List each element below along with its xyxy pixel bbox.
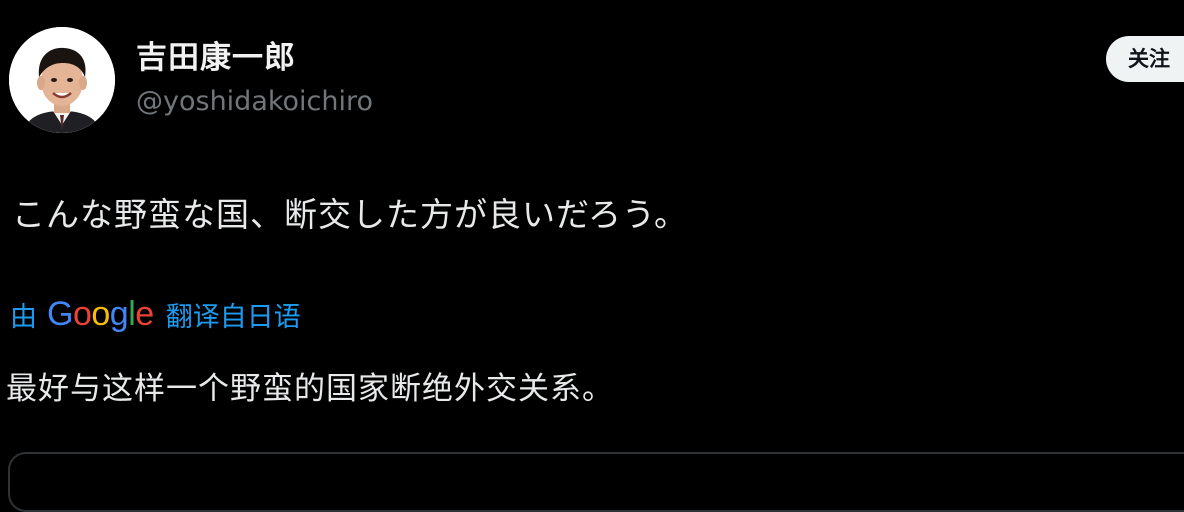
google-logo: Google bbox=[47, 290, 154, 338]
google-letter-e: e bbox=[135, 295, 154, 333]
author-info: 吉田康一郎 @yoshidakoichiro bbox=[136, 36, 373, 122]
translation-attribution[interactable]: 由 Google 翻译自日语 bbox=[10, 290, 301, 338]
google-letter-o2: o bbox=[91, 295, 110, 333]
translated-tweet-text: 最好与这样一个野蛮的国家断绝外交关系。 bbox=[6, 371, 614, 407]
translation-suffix-label: 翻译自日语 bbox=[165, 301, 301, 333]
google-letter-g2: g bbox=[109, 295, 129, 333]
tweet-text: こんな野蛮な国、断交した方が良いだろう。 bbox=[12, 195, 689, 234]
quoted-card[interactable] bbox=[8, 452, 1184, 512]
google-letter-o1: o bbox=[72, 295, 92, 333]
follow-button[interactable]: 关注 bbox=[1106, 36, 1184, 82]
author-handle[interactable]: @yoshidakoichiro bbox=[136, 82, 373, 122]
google-letter-g: G bbox=[47, 295, 73, 333]
author-avatar[interactable] bbox=[9, 27, 115, 133]
author-display-name[interactable]: 吉田康一郎 bbox=[136, 36, 373, 80]
translation-by-label: 由 bbox=[10, 301, 37, 333]
